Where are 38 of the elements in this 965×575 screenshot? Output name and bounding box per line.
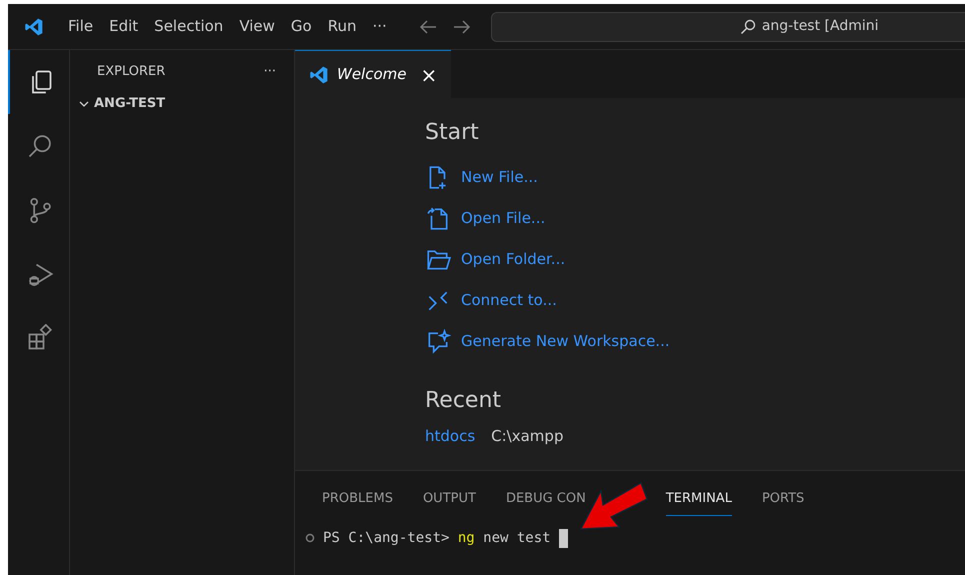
start-link[interactable]: New File... (425, 157, 965, 198)
status-dot-icon (305, 533, 315, 543)
extensions-icon (26, 324, 54, 352)
start-link[interactable]: Open Folder... (425, 239, 965, 280)
panel-tab[interactable]: TERMINAL (666, 485, 732, 516)
menu-item[interactable]: Go (282, 15, 320, 38)
terminal-line: PS C:\ang-test> ng new test (323, 528, 551, 548)
command-center-field[interactable]: ang-test [Admini (490, 12, 965, 42)
start-link[interactable]: Open File... (425, 198, 965, 239)
back-arrow-icon[interactable] (418, 20, 437, 34)
terminal-cursor (558, 528, 568, 548)
start-link[interactable]: Generate New Workspace... (425, 321, 965, 362)
app-logo-icon (24, 16, 44, 36)
menu-item[interactable]: File (60, 15, 102, 38)
close-button[interactable]: × (420, 60, 438, 90)
menu-item[interactable]: Edit (101, 15, 146, 38)
panel-tab[interactable]: DEBUG CON (506, 485, 586, 516)
panel-tab[interactable]: PORTS (762, 485, 804, 516)
search-icon (740, 18, 756, 34)
section-heading: Start (425, 119, 480, 147)
recent-link[interactable]: htdocs (425, 425, 476, 448)
panel-tab[interactable]: PROBLEMS (322, 485, 393, 516)
panel-tab[interactable]: OUTPUT (422, 485, 476, 516)
tab-label: Welcome (337, 64, 406, 86)
command-center-text: ang-test [Admini (762, 17, 879, 36)
more-actions-button[interactable]: ··· (264, 62, 276, 82)
forward-arrow-icon[interactable] (452, 20, 471, 34)
section-heading: Recent (425, 387, 502, 415)
menu-item[interactable]: Selection (146, 15, 232, 38)
app-logo-icon (309, 64, 329, 84)
menu-item[interactable]: ··· (364, 15, 395, 38)
editor-tab[interactable]: Welcome × (295, 50, 452, 98)
folder-row[interactable]: ANG-TEST (70, 94, 294, 114)
start-link[interactable]: Connect to... (425, 280, 965, 321)
sidebar-title: EXPLORER (97, 63, 166, 82)
recent-path: C:\xampp (491, 426, 564, 447)
menu-item[interactable]: Run (320, 15, 364, 38)
menu-item[interactable]: View (231, 15, 283, 38)
